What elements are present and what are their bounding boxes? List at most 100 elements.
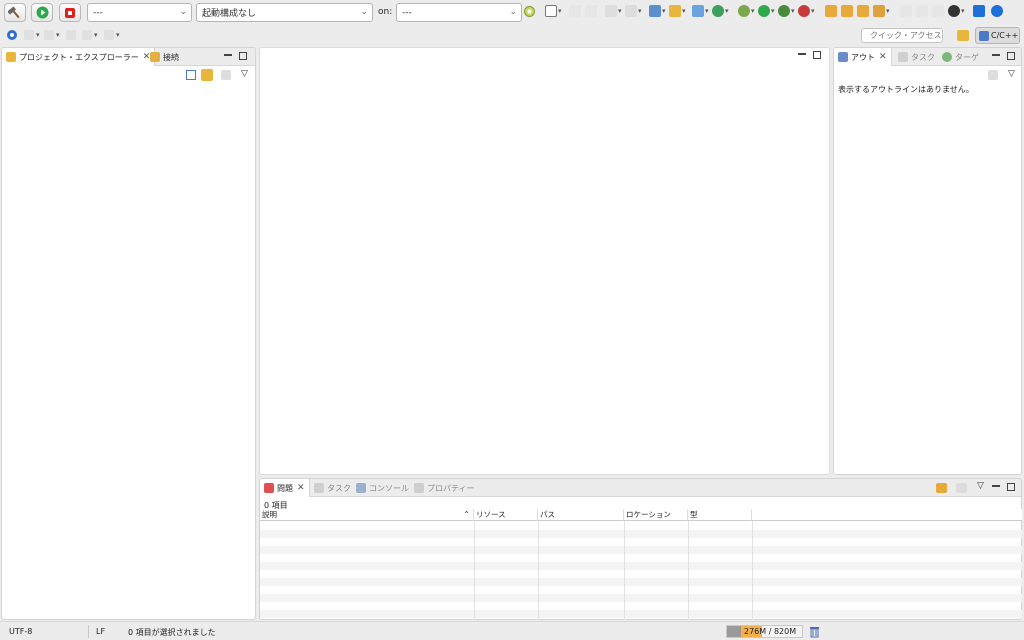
dropdown-arrow-icon[interactable]: ▾ (771, 7, 775, 15)
run-button[interactable] (31, 3, 53, 22)
forward-icon[interactable] (82, 30, 92, 40)
launch-target-combo[interactable]: --- ⌄ (396, 3, 522, 22)
remote-connect-icon[interactable] (991, 5, 1003, 17)
launch-mode-combo[interactable]: --- ⌄ (87, 3, 192, 22)
coverage-icon[interactable] (778, 5, 790, 17)
status-encoding[interactable]: UTF-8 (9, 627, 32, 636)
tab-outline-target[interactable]: ターゲ (938, 48, 983, 66)
open-folder-icon[interactable] (825, 5, 837, 17)
dropdown-arrow-icon[interactable]: ▾ (94, 31, 98, 39)
last-edit-icon[interactable] (104, 30, 114, 40)
pin-icon[interactable] (932, 5, 944, 17)
dropdown-arrow-icon[interactable]: ▾ (56, 31, 60, 39)
dropdown-arrow-icon[interactable]: ▾ (36, 31, 40, 39)
minimize-icon[interactable] (992, 485, 1000, 487)
column-header-type[interactable]: 型 (688, 509, 752, 521)
prev-annotation-icon[interactable] (900, 5, 912, 17)
quick-access-input[interactable] (861, 28, 943, 43)
open-type-icon[interactable] (841, 5, 853, 17)
editor-area[interactable] (259, 47, 830, 475)
minimize-icon[interactable] (224, 54, 232, 56)
editor-minimize-icon[interactable] (798, 53, 806, 55)
external-tools-icon[interactable] (798, 5, 810, 17)
refresh-icon[interactable] (712, 5, 724, 17)
dropdown-arrow-icon[interactable]: ▾ (638, 7, 642, 15)
column-header-location[interactable]: ロケーション (624, 509, 688, 521)
next-edit-icon[interactable] (24, 30, 34, 40)
tab-problems-task[interactable]: タスク (310, 479, 355, 497)
debug-bug-icon[interactable] (738, 5, 750, 17)
dropdown-arrow-icon[interactable]: ▾ (705, 7, 709, 15)
link-with-editor-icon[interactable] (201, 69, 213, 81)
view-menu-icon[interactable]: ▽ (241, 69, 248, 79)
column-header-description[interactable]: 説明 ⌃ (260, 509, 474, 521)
account-icon[interactable] (948, 5, 960, 17)
tab-problems[interactable]: 問題 ✕ (260, 479, 310, 497)
pen-icon[interactable] (873, 5, 885, 17)
column-header-path[interactable]: パス (538, 509, 624, 521)
tab-outline[interactable]: アウト ✕ (834, 48, 892, 66)
save-all-icon[interactable] (585, 5, 597, 17)
dropdown-arrow-icon[interactable]: ▾ (811, 7, 815, 15)
project-explorer-tabbar: プロジェクト・エクスプローラー ✕ 接続 (2, 48, 255, 66)
launch-config-combo[interactable]: 起動構成なし ⌄ (196, 3, 373, 22)
dropdown-arrow-icon[interactable]: ▾ (961, 7, 965, 15)
settings-circle-icon[interactable] (6, 29, 18, 41)
close-icon[interactable]: ✕ (297, 483, 305, 493)
tab-project-explorer[interactable]: プロジェクト・エクスプローラー ✕ (2, 48, 156, 66)
column-type-label: 型 (690, 510, 698, 519)
prev-edit-icon[interactable] (44, 30, 54, 40)
target-settings-gear-icon[interactable] (523, 5, 536, 18)
dropdown-arrow-icon[interactable]: ▾ (751, 7, 755, 15)
open-perspective-icon[interactable] (957, 30, 969, 41)
trash-icon[interactable] (809, 625, 820, 638)
tab-properties[interactable]: プロパティー (410, 479, 479, 497)
perspective-label: C/C++ (991, 31, 1019, 40)
tab-outline-task[interactable]: タスク (894, 48, 939, 66)
perspective-cpp-button[interactable]: C/C++ (975, 27, 1020, 44)
new-source-file-icon[interactable] (692, 5, 704, 17)
outline-filter-icon[interactable] (988, 70, 998, 80)
task-icon (898, 52, 908, 62)
dropdown-arrow-icon[interactable]: ▾ (886, 7, 890, 15)
filter-icon[interactable] (221, 70, 231, 80)
dropdown-arrow-icon[interactable]: ▾ (682, 7, 686, 15)
run-app-icon[interactable] (758, 5, 770, 17)
build-button[interactable] (4, 3, 26, 22)
dropdown-arrow-icon[interactable]: ▾ (725, 7, 729, 15)
problems-toolbar-icon[interactable] (936, 483, 947, 493)
new-file-icon[interactable] (545, 5, 557, 17)
new-folder-icon[interactable] (669, 5, 681, 17)
stop-button[interactable] (59, 3, 81, 22)
search-project-icon[interactable] (625, 5, 637, 17)
editor-maximize-icon[interactable] (813, 51, 821, 59)
collapse-all-icon[interactable] (186, 70, 196, 80)
open-element-icon[interactable] (857, 5, 869, 17)
maximize-icon[interactable] (1007, 52, 1015, 60)
next-annotation-icon[interactable] (916, 5, 928, 17)
problems-view-menu-icon[interactable]: ▽ (977, 481, 984, 491)
heap-status[interactable]: 276M / 820M (726, 625, 803, 638)
dropdown-arrow-icon[interactable]: ▾ (618, 7, 622, 15)
dropdown-arrow-icon[interactable]: ▾ (662, 7, 666, 15)
problems-filter-icon[interactable] (956, 483, 967, 493)
minimize-icon[interactable] (992, 54, 1000, 56)
column-header-resource[interactable]: リソース (474, 509, 538, 521)
close-icon[interactable]: ✕ (879, 52, 887, 62)
save-icon[interactable] (569, 5, 581, 17)
maximize-icon[interactable] (1007, 483, 1015, 491)
tab-console[interactable]: コンソール (352, 479, 413, 497)
outline-icon (838, 52, 848, 62)
back-icon[interactable] (66, 30, 76, 40)
tab-connections[interactable]: 接続 (146, 48, 183, 66)
dropdown-arrow-icon[interactable]: ▾ (558, 7, 562, 15)
dropdown-arrow-icon[interactable]: ▾ (116, 31, 120, 39)
maximize-icon[interactable] (239, 52, 247, 60)
new-class-icon[interactable] (649, 5, 661, 17)
debug-icon[interactable] (605, 5, 617, 17)
outline-view-menu-icon[interactable]: ▽ (1008, 69, 1015, 79)
status-line-ending[interactable]: LF (96, 627, 105, 636)
dropdown-arrow-icon[interactable]: ▾ (791, 7, 795, 15)
tab-outline-label: アウト (851, 52, 875, 62)
monitor-icon[interactable] (973, 5, 985, 17)
